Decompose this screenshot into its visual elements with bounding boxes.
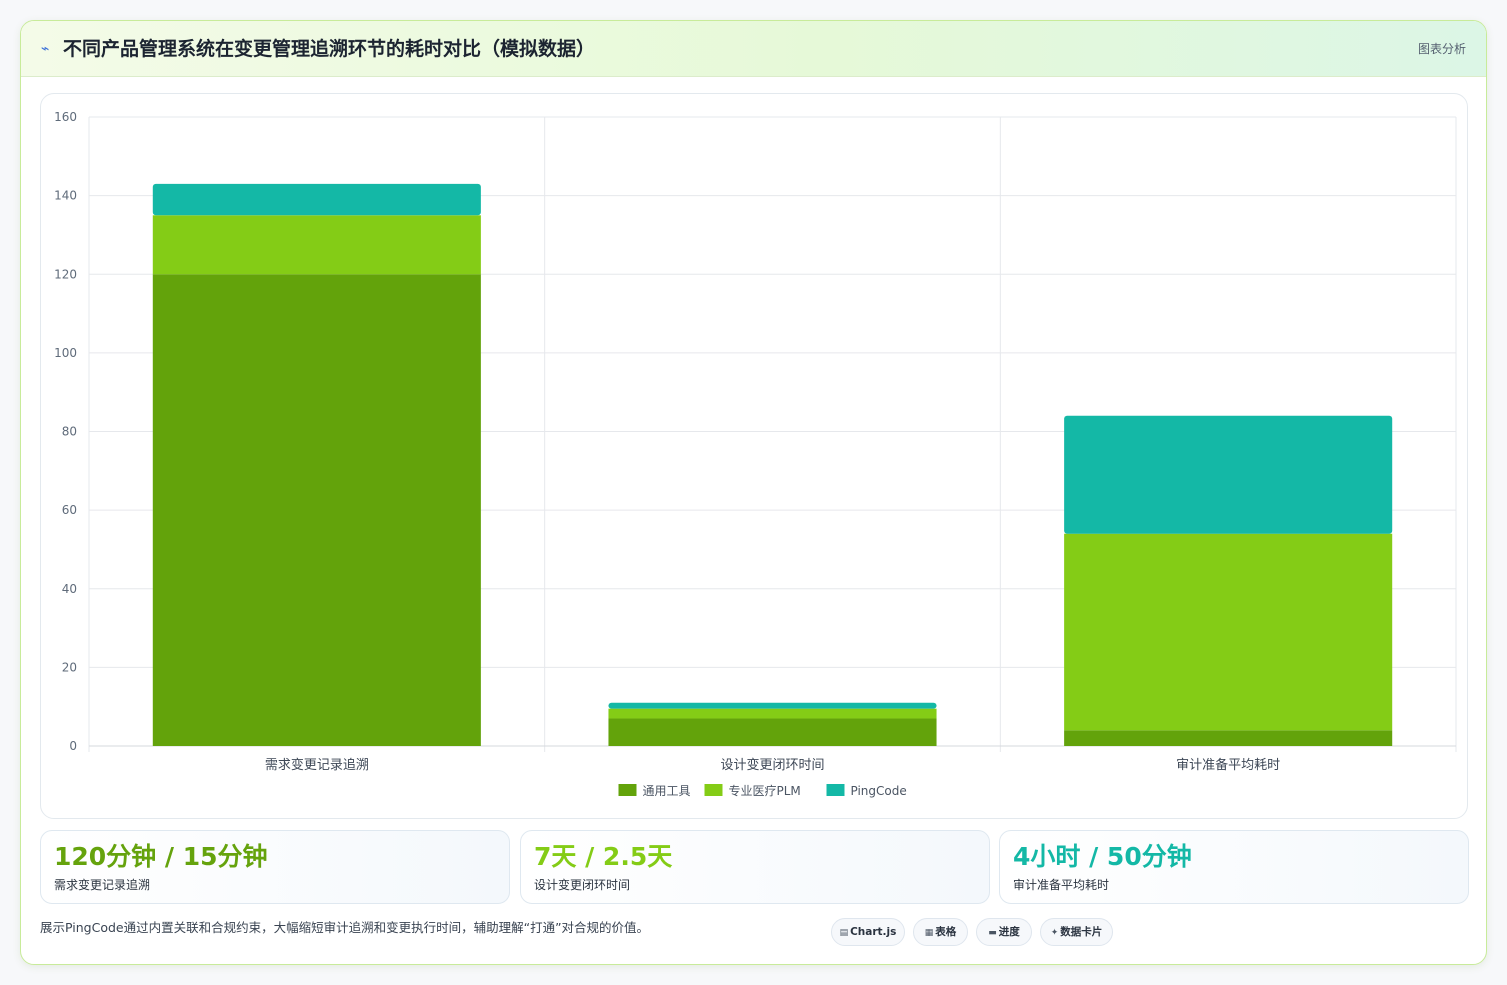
pill-label: 表格 xyxy=(935,926,957,938)
x-tick-label: 设计变更闭环时间 xyxy=(720,757,824,773)
y-tick-label: 20 xyxy=(62,660,77,674)
pill-chartjs[interactable]: ▤ Chart.js xyxy=(831,918,905,946)
chart-container: 0 20 40 60 80 100 120 140 160 需求变更记录追溯 设计变更闭环时间 审计准… xyxy=(40,93,1468,819)
pill-table[interactable]: ▦ 表格 xyxy=(913,918,968,946)
pill-label: 进度 xyxy=(998,926,1020,938)
chart-card: ⌁ 不同产品管理系统在变更管理追溯环节的耗时对比（模拟数据） 图表分析 0 20 4… xyxy=(20,20,1487,965)
legend-swatch xyxy=(618,784,637,796)
bar-segment xyxy=(152,274,481,746)
y-tick-label: 160 xyxy=(54,110,77,124)
stacked-bar-chart: 0 20 40 60 80 100 120 140 160 需求变更记录追溯 设计变更闭环时间 审计准… xyxy=(54,110,1457,798)
chart-title: 不同产品管理系统在变更管理追溯环节的耗时对比（模拟数据） xyxy=(63,38,596,60)
pill-label: Chart.js xyxy=(850,926,897,938)
pill-data-card[interactable]: ✦ 数据卡片 xyxy=(1040,918,1113,946)
bar-segment xyxy=(608,718,937,746)
bar-segment xyxy=(1064,533,1393,731)
legend-label: 专业医疗PLM xyxy=(729,783,801,798)
progress-icon: ▬ xyxy=(988,928,997,938)
chart-line-icon: ⌁ xyxy=(41,41,50,57)
y-tick-label: 140 xyxy=(54,189,77,203)
y-tick-label: 120 xyxy=(54,267,77,281)
x-tick-label: 审计准备平均耗时 xyxy=(1176,757,1280,773)
bar-segment xyxy=(152,215,481,275)
kpi-card-design: 7天 / 2.5天 设计变更闭环时间 xyxy=(520,830,990,904)
bar-segment xyxy=(152,183,481,216)
pill-label: 数据卡片 xyxy=(1060,926,1103,938)
y-tick-label: 40 xyxy=(62,582,77,596)
kpi-card-audit: 4小时 / 50分钟 审计准备平均耗时 xyxy=(999,830,1469,904)
bar-segment xyxy=(1064,415,1393,534)
kpi-value: 4小时 / 50分钟 xyxy=(1013,842,1192,871)
y-tick-label: 0 xyxy=(69,739,77,753)
bar-segment xyxy=(608,708,937,719)
bar-segment xyxy=(608,702,937,709)
footnote: 展示PingCode通过内置关联和合规约束，大幅缩短审计追溯和变更执行时间，辅助… xyxy=(40,920,650,935)
y-tick-label: 60 xyxy=(62,503,77,517)
legend-label: 通用工具 xyxy=(643,784,691,798)
sparkle-icon: ✦ xyxy=(1050,928,1059,938)
kpi-label: 审计准备平均耗时 xyxy=(1013,878,1110,892)
bar-segment xyxy=(1064,730,1393,746)
header-tag: 图表分析 xyxy=(1417,42,1466,56)
x-tick-label: 需求变更记录追溯 xyxy=(265,757,369,773)
legend-swatch xyxy=(704,784,723,796)
legend-swatch xyxy=(826,784,845,796)
kpi-value: 120分钟 / 15分钟 xyxy=(54,842,268,871)
kpi-label: 设计变更闭环时间 xyxy=(534,878,631,892)
kpi-label: 需求变更记录追溯 xyxy=(54,878,151,892)
kpi-value: 7天 / 2.5天 xyxy=(534,842,673,871)
legend-label: PingCode xyxy=(851,784,907,798)
chart-icon: ▤ xyxy=(839,928,849,938)
kpi-card-requirement: 120分钟 / 15分钟 需求变更记录追溯 xyxy=(40,830,510,904)
y-tick-label: 80 xyxy=(62,425,77,439)
y-tick-label: 100 xyxy=(54,346,77,360)
card-header: ⌁ 不同产品管理系统在变更管理追溯环节的耗时对比（模拟数据） 图表分析 xyxy=(21,21,1486,77)
pill-progress[interactable]: ▬ 进度 xyxy=(976,918,1032,946)
table-icon: ▦ xyxy=(924,928,934,938)
